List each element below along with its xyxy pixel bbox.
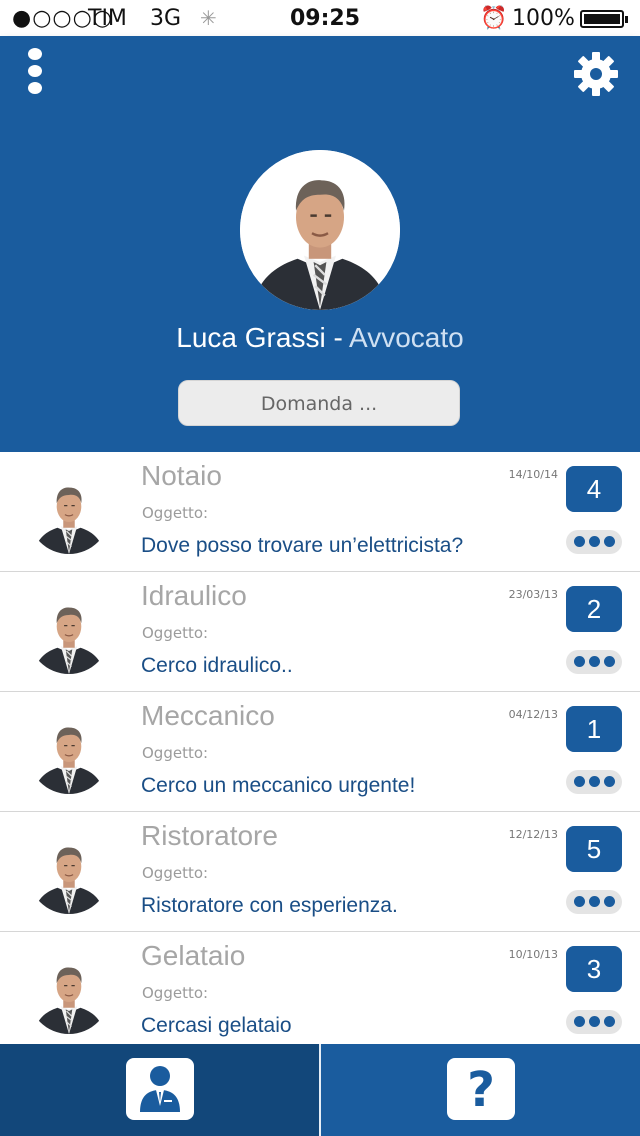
question-mark-icon: ? [447, 1058, 515, 1120]
loading-spinner-icon: ✳ [200, 6, 217, 30]
item-title: Notaio [141, 460, 222, 491]
tab-bar: ? [0, 1044, 640, 1136]
message-count-badge: 2 [566, 586, 622, 632]
avatar [28, 952, 110, 1034]
vertical-dots-icon[interactable] [24, 48, 46, 96]
status-time: 09:25 [290, 6, 361, 31]
battery-percent: 100% [512, 6, 575, 31]
profile-header: Luca Grassi - Avvocato Domanda ... [0, 36, 640, 452]
avatar [28, 712, 110, 794]
list-item[interactable]: Gelataio Oggetto: Cercasi gelataio 10/10… [0, 932, 640, 1044]
list-item[interactable]: Ristoratore Oggetto: Ristoratore con esp… [0, 812, 640, 932]
carrier-label: TIM [88, 6, 127, 31]
list-item[interactable]: Notaio Oggetto: Dove posso trovare un’el… [0, 452, 640, 572]
avatar [28, 592, 110, 674]
item-title: Ristoratore [141, 820, 278, 851]
profile-role: Avvocato [349, 322, 464, 353]
list-item[interactable]: Meccanico Oggetto: Cerco un meccanico ur… [0, 692, 640, 812]
battery-icon [580, 10, 628, 28]
businessman-icon [126, 1058, 194, 1120]
avatar [28, 472, 110, 554]
tab-questions[interactable]: ? [321, 1044, 640, 1136]
profile-separator: - [325, 322, 350, 353]
status-bar: ●○○○○ TIM 3G ✳ 09:25 ⏰ 100% [0, 0, 640, 36]
message-count-badge: 5 [566, 826, 622, 872]
more-options-button[interactable] [566, 530, 622, 554]
item-subject: Cerco idraulico.. [141, 654, 293, 677]
item-date: 10/10/13 [508, 948, 558, 961]
tab-profile[interactable] [0, 1044, 319, 1136]
profile-name: Luca Grassi - Avvocato [0, 322, 640, 354]
message-count-badge: 4 [566, 466, 622, 512]
ask-question-button[interactable]: Domanda ... [178, 380, 460, 426]
subject-label: Oggetto: [142, 984, 209, 1002]
network-type: 3G [150, 6, 182, 31]
avatar [28, 832, 110, 914]
more-options-button[interactable] [566, 770, 622, 794]
gear-icon[interactable] [572, 50, 620, 98]
item-date: 04/12/13 [508, 708, 558, 721]
item-title: Gelataio [141, 940, 246, 971]
subject-label: Oggetto: [142, 744, 209, 762]
item-title: Meccanico [141, 700, 275, 731]
list-item[interactable]: Idraulico Oggetto: Cerco idraulico.. 23/… [0, 572, 640, 692]
message-count-badge: 3 [566, 946, 622, 992]
item-subject: Ristoratore con esperienza. [141, 894, 398, 917]
item-subject: Cercasi gelataio [141, 1014, 292, 1037]
more-options-button[interactable] [566, 1010, 622, 1034]
profile-avatar[interactable] [240, 150, 400, 310]
more-options-button[interactable] [566, 650, 622, 674]
item-date: 23/03/13 [508, 588, 558, 601]
profile-person-name: Luca Grassi [176, 322, 326, 353]
item-date: 14/10/14 [508, 468, 558, 481]
item-title: Idraulico [141, 580, 247, 611]
message-count-badge: 1 [566, 706, 622, 752]
question-list: Notaio Oggetto: Dove posso trovare un’el… [0, 452, 640, 1044]
alarm-icon: ⏰ [480, 6, 508, 31]
question-mark-glyph: ? [467, 1062, 495, 1118]
item-subject: Dove posso trovare un’elettricista? [141, 534, 464, 557]
subject-label: Oggetto: [142, 504, 209, 522]
subject-label: Oggetto: [142, 864, 209, 882]
more-options-button[interactable] [566, 890, 622, 914]
item-subject: Cerco un meccanico urgente! [141, 774, 416, 797]
item-date: 12/12/13 [508, 828, 558, 841]
subject-label: Oggetto: [142, 624, 209, 642]
